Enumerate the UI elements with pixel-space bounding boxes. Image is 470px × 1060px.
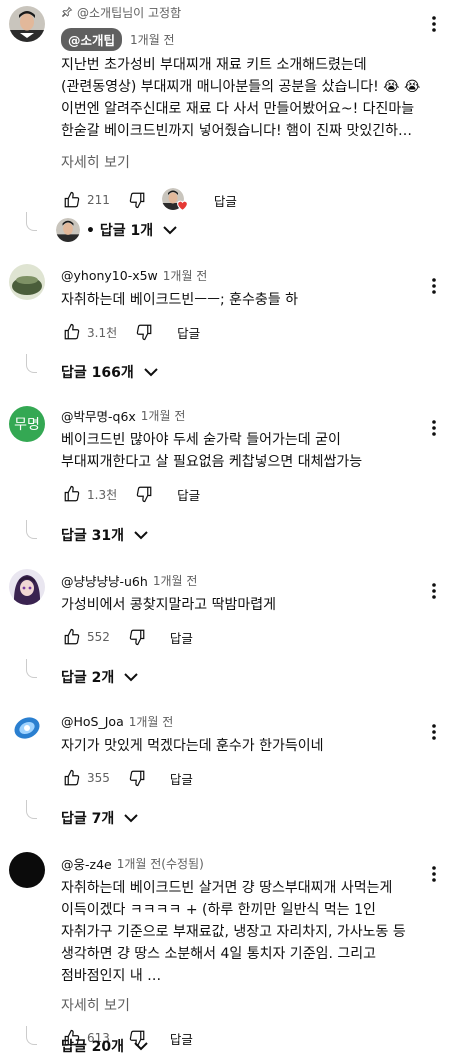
like-count: 211 <box>87 193 110 207</box>
reply-button[interactable]: 답글 <box>214 191 237 210</box>
dislike-icon[interactable] <box>126 626 148 648</box>
reply-button[interactable]: 답글 <box>177 485 200 504</box>
comment-text: 자취하는데 베이크드빈 살거면 걍 땅스부대찌개 사먹는게 이득이겠다 ㅋㅋㅋㅋ… <box>61 880 406 984</box>
comment-author[interactable]: @웅-z4e <box>61 854 112 873</box>
creator-handle-badge[interactable]: @소개팁 <box>61 27 123 51</box>
read-more-link[interactable]: 자세히 보기 <box>61 995 426 1015</box>
chevron-down-icon <box>124 814 138 823</box>
creator-avatar-small <box>56 218 80 242</box>
thread-line <box>26 212 37 231</box>
replies-toggle[interactable]: • 답글 1개 <box>56 216 177 244</box>
chevron-down-icon <box>144 368 158 377</box>
comment-time[interactable]: 1개월 전(수정됨) <box>117 855 204 872</box>
comment-text: 자기가 맛있게 먹겠다는데 훈수가 한가득이네 <box>61 738 324 754</box>
comment-time[interactable]: 1개월 전 <box>141 407 186 424</box>
more-vert-icon[interactable] <box>424 12 444 36</box>
chevron-down-icon <box>124 673 138 682</box>
replies-toggle[interactable]: 답글 20개 <box>61 1032 148 1060</box>
replies-toggle[interactable]: 답글 31개 <box>61 521 148 549</box>
more-vert-icon[interactable] <box>424 579 444 603</box>
dislike-icon[interactable] <box>133 321 155 343</box>
avatar[interactable] <box>9 6 45 42</box>
comment-time[interactable]: 1개월 전 <box>130 31 175 48</box>
heart-icon <box>176 200 188 212</box>
comment-text: 베이크드빈 많아야 두세 숟가락 들어가는데 굳이 부대찌개한다고 살 필요없음… <box>61 432 363 470</box>
comment-text: 지난번 초가성비 부대찌개 재료 키트 소개해드렸는데 (관련동영상) 부대찌개… <box>61 57 421 139</box>
comment-time[interactable]: 1개월 전 <box>163 267 208 284</box>
avatar[interactable] <box>9 569 45 605</box>
read-more-link[interactable]: 자세히 보기 <box>61 152 426 172</box>
chevron-down-icon <box>134 1042 148 1051</box>
more-vert-icon[interactable] <box>424 274 444 298</box>
thread-line <box>26 659 37 678</box>
like-count: 355 <box>87 771 110 785</box>
avatar[interactable] <box>9 264 45 300</box>
reply-button[interactable]: 답글 <box>170 769 193 788</box>
comment-time[interactable]: 1개월 전 <box>129 713 174 730</box>
more-vert-icon[interactable] <box>424 862 444 886</box>
chevron-down-icon <box>134 531 148 540</box>
avatar[interactable] <box>9 710 45 746</box>
reply-button[interactable]: 답글 <box>170 628 193 647</box>
comment-text: 가성비에서 콩찾지말라고 딱밤마렵게 <box>61 597 276 613</box>
replies-count: 답글 31개 <box>61 528 124 544</box>
comment-author[interactable]: @박무명-q6x <box>61 406 136 425</box>
replies-toggle[interactable]: 답글 2개 <box>61 663 138 691</box>
like-icon[interactable] <box>61 483 83 505</box>
replies-count: 답글 20개 <box>61 1039 124 1055</box>
dislike-icon[interactable] <box>126 767 148 789</box>
comment-time[interactable]: 1개월 전 <box>153 572 198 589</box>
like-count: 3.1천 <box>87 325 118 340</box>
pinned-label: @소개팁님이 고정함 <box>61 4 426 20</box>
comment-author[interactable]: @냥냥냥냥-u6h <box>61 571 148 590</box>
pin-icon <box>61 6 73 18</box>
avatar[interactable] <box>9 852 45 888</box>
replies-count: 답글 2개 <box>61 670 115 686</box>
like-icon[interactable] <box>61 189 83 211</box>
like-count: 1.3천 <box>87 487 118 502</box>
like-icon[interactable] <box>61 626 83 648</box>
more-vert-icon[interactable] <box>424 720 444 744</box>
replies-count: 답글 166개 <box>61 365 134 381</box>
replies-count: • 답글 1개 <box>86 223 154 239</box>
like-icon[interactable] <box>61 767 83 789</box>
creator-heart <box>161 188 188 212</box>
more-vert-icon[interactable] <box>424 416 444 440</box>
replies-toggle[interactable]: 답글 166개 <box>61 358 158 386</box>
avatar[interactable]: 무명 <box>9 406 45 442</box>
like-icon[interactable] <box>61 321 83 343</box>
like-count: 552 <box>87 630 110 644</box>
reply-button[interactable]: 답글 <box>170 1029 193 1048</box>
thread-line <box>26 800 37 819</box>
dislike-icon[interactable] <box>133 483 155 505</box>
dislike-icon[interactable] <box>126 189 148 211</box>
replies-count: 답글 7개 <box>61 811 115 827</box>
comment-author[interactable]: @yhony10-x5w <box>61 268 158 283</box>
comment-author[interactable]: @HoS_Joa <box>61 714 124 729</box>
comment-text: 자취하는데 베이크드빈ㅡㅡ; 훈수충들 하 <box>61 292 299 308</box>
chevron-down-icon <box>163 226 177 235</box>
thread-line <box>26 354 37 373</box>
replies-toggle[interactable]: 답글 7개 <box>61 804 138 832</box>
avatar-initials: 무명 <box>14 417 40 433</box>
reply-button[interactable]: 답글 <box>177 323 200 342</box>
thread-line <box>26 1026 37 1045</box>
thread-line <box>26 520 37 539</box>
